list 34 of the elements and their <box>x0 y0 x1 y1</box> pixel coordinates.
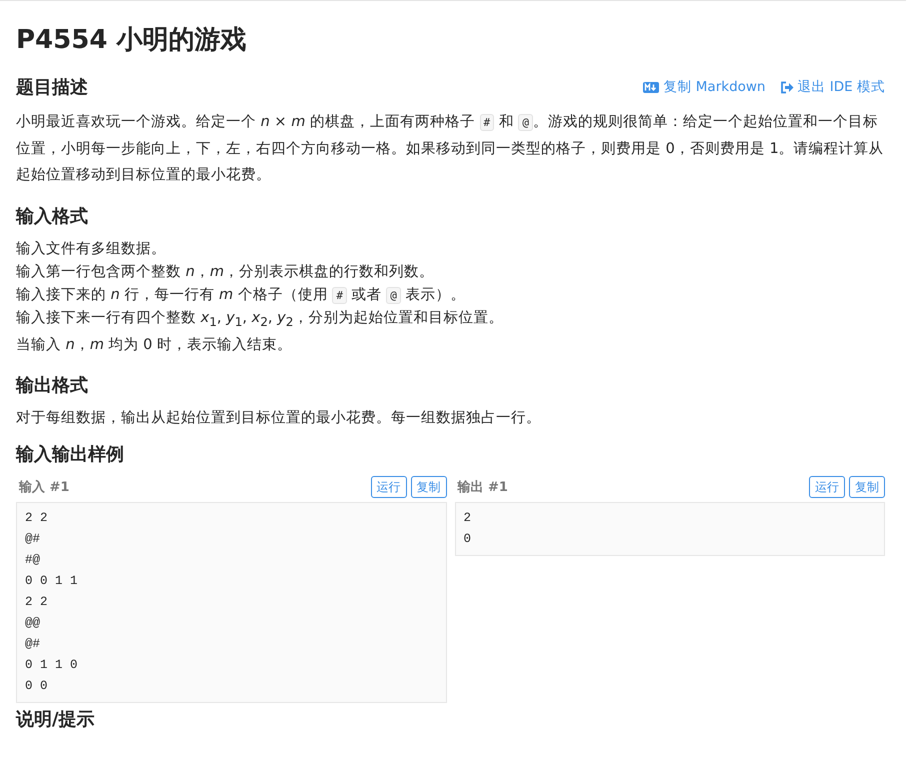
section-heading: 输出格式 <box>16 374 88 398</box>
code-line: 0 1 1 0 <box>25 656 79 674</box>
exit-icon <box>780 80 794 94</box>
paragraph: 输入文件有多组数据。 <box>16 240 167 259</box>
code-line: @@ <box>25 614 42 632</box>
problem-title: P4554 小明的游戏 <box>16 24 248 57</box>
section-heading: 输入输出样例 <box>16 442 125 467</box>
code-line: @# <box>25 530 42 548</box>
code-line: 0 0 <box>25 678 49 695</box>
sample-label: 输出 #1 <box>456 478 508 496</box>
paragraph: 对于每组数据，输出从起始位置到目标位置的最小花费。每一组数据独占一行。 <box>16 408 542 428</box>
code-line: 0 0 1 1 <box>25 572 79 590</box>
sample-button[interactable]: 复制 <box>410 476 446 498</box>
sample-label: 输入 #1 <box>18 478 70 496</box>
code-line: 2 2 <box>25 594 49 611</box>
sample-button[interactable]: 运行 <box>809 476 845 498</box>
section-heading: 输入格式 <box>16 205 88 229</box>
paragraph: 输入第一行包含两个整数 n，m，分别表示棋盘的行数和列数。 <box>16 263 435 282</box>
sample-button[interactable]: 运行 <box>370 476 406 498</box>
code-line: 2 <box>464 510 472 527</box>
markdown-icon <box>643 82 660 92</box>
paragraph: 输入接下来一行有四个整数 x$_{1}$, y$_{1}$, x$_{2}$, y$_{2}$，分别为起始位置和目标位置。 <box>16 309 504 331</box>
code-line: 0 <box>464 530 472 548</box>
action-link[interactable]: 复制 Markdown <box>643 78 766 96</box>
section-heading: 说明/提示 <box>16 708 96 732</box>
paragraph: 输入接下来的 n 行，每一行有 m 个格子（使用 # 或者 @ 表示）。 <box>16 286 466 306</box>
sample-button[interactable]: 复制 <box>849 476 885 498</box>
code-line: 2 2 <box>25 510 49 527</box>
paragraph: 当输入 n，m 均为 0 时，表示输入结束。 <box>16 336 293 355</box>
code-line: #@ <box>25 552 42 569</box>
paragraph: 小明最近喜欢玩一个游戏。给定一个 n × m 的棋盘，上面有两种格子 # 和 @ 。游戏的规则很简单：给定一个起始位置和一个目标位置，小明每一步能向上，下，左，右四个方向移动一格。如果移动到同一类型的格子，则费用是 0，否则费用是 1。请编程计算从起始位置移动到目标位置的最小花费。 <box>16 112 885 185</box>
action-link[interactable]: 退出 IDE 模式 <box>780 78 885 96</box>
code-line: @# <box>25 636 42 653</box>
section-heading: 题目描述 <box>16 76 88 100</box>
